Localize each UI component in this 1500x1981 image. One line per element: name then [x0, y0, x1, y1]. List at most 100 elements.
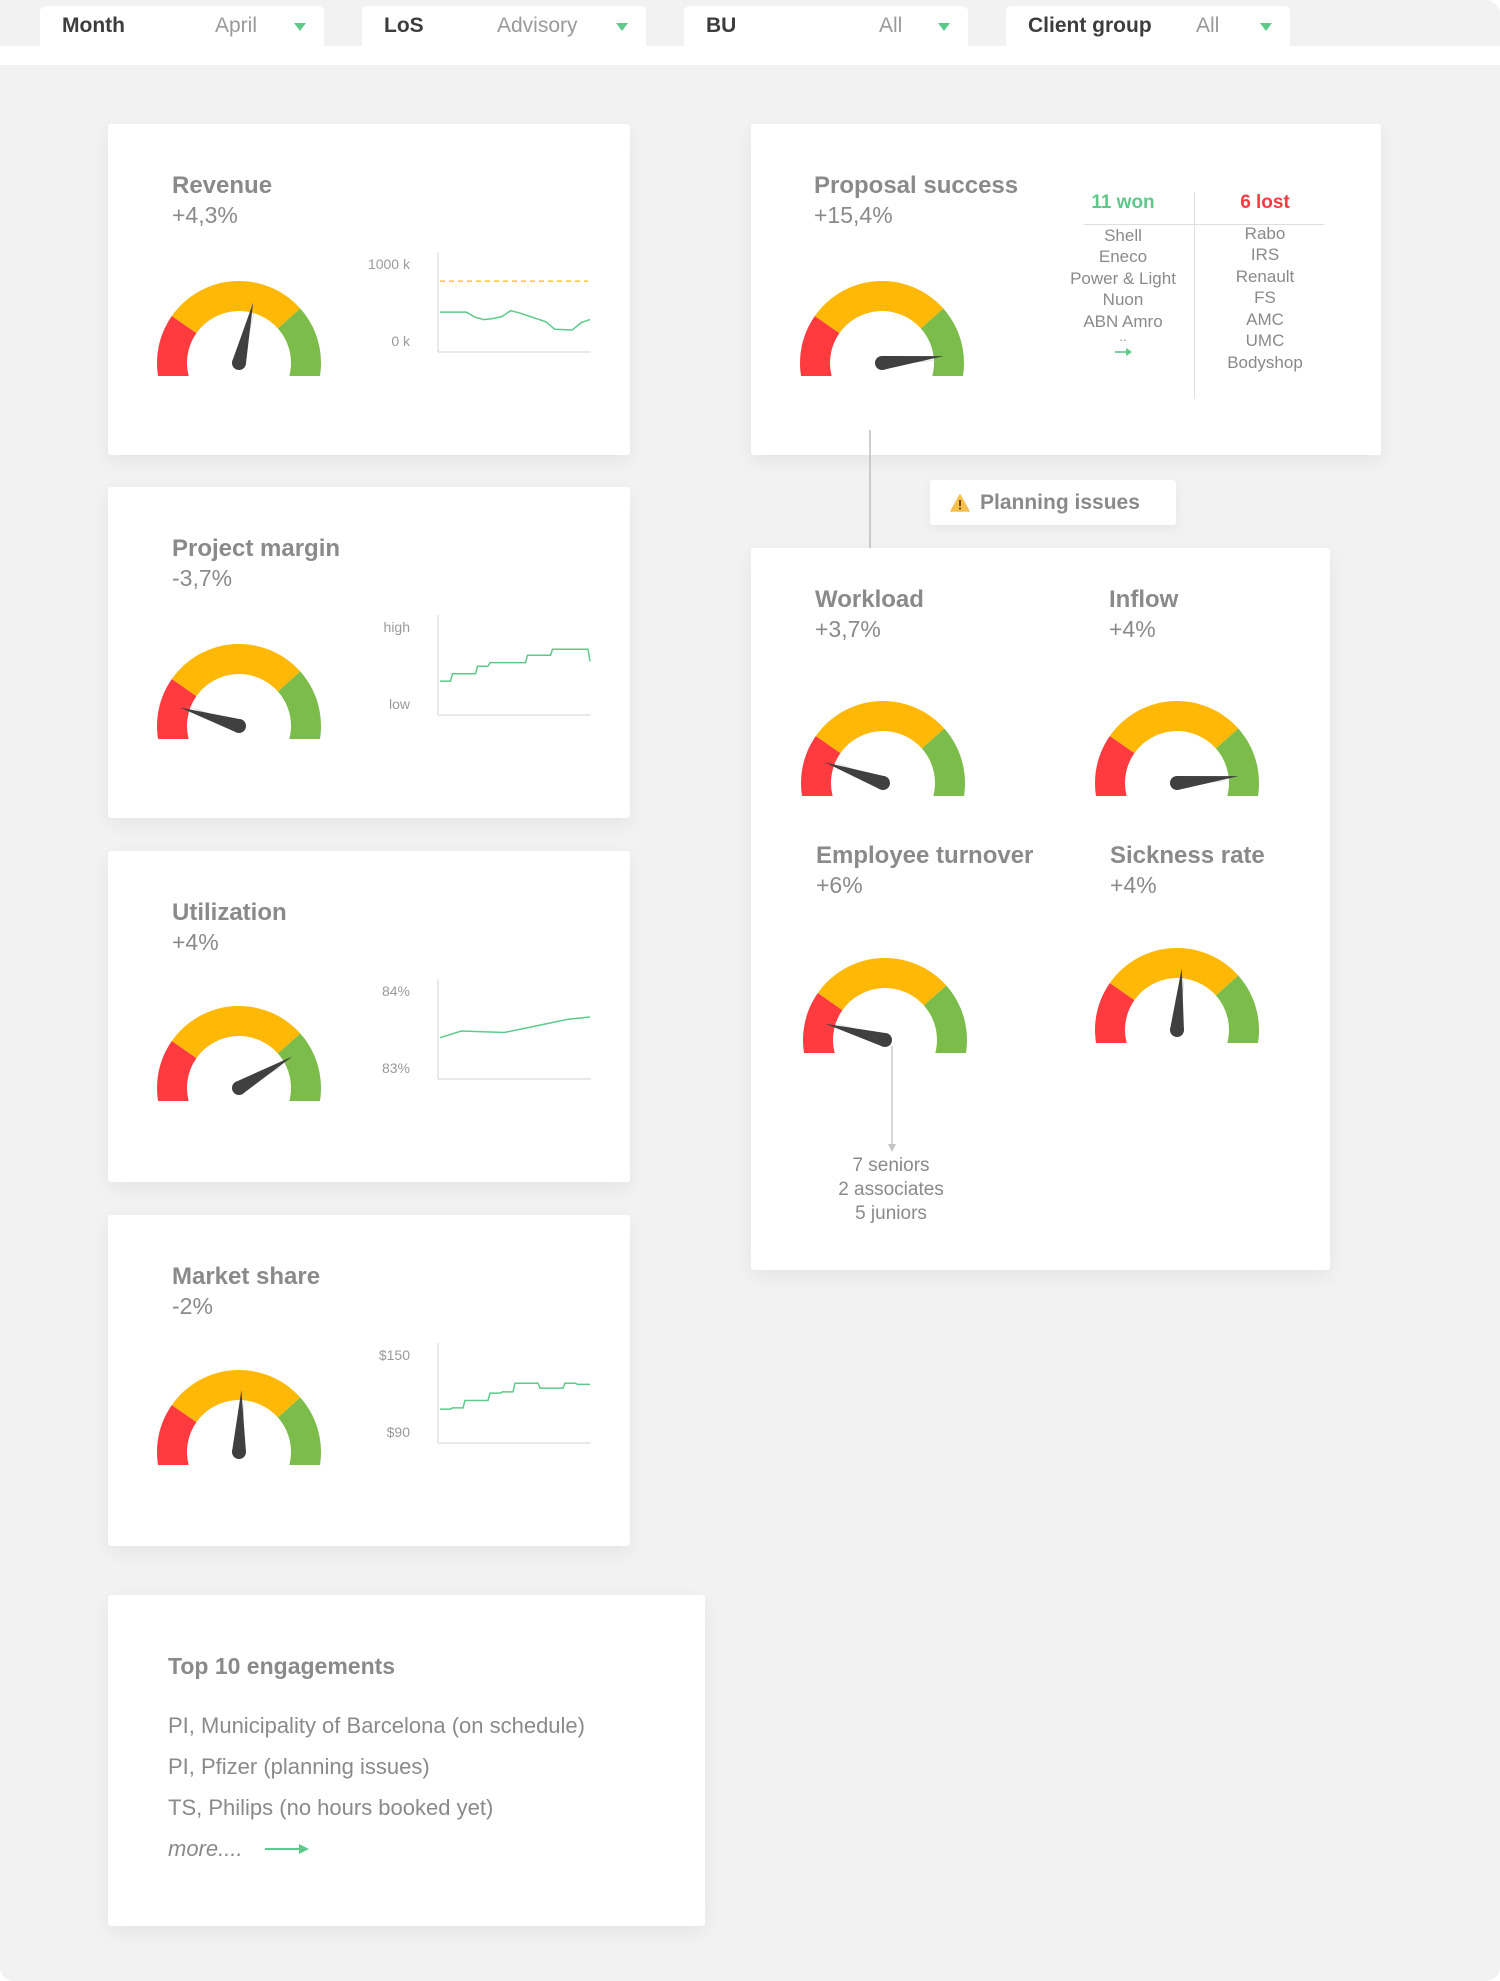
arrow-right-icon[interactable] [1113, 346, 1133, 358]
lost-item: IRS [1250, 245, 1280, 264]
lost-item: Renault [1235, 266, 1295, 286]
gauge-needle [824, 762, 886, 790]
card-title: Workload [815, 586, 924, 613]
proposal-success-gauge [799, 281, 964, 376]
revenue-gauge [156, 281, 321, 376]
card-title: Inflow [1109, 586, 1179, 613]
lost-column: 6 lost Rabo IRS Renault FS AMC UMC Bodys… [1203, 192, 1327, 373]
utilization-gauge [156, 1006, 321, 1101]
breakdown-item: 2 associates [838, 1179, 944, 1200]
arrow-right-icon[interactable] [264, 1842, 311, 1856]
gauge-needle-hub [232, 1445, 246, 1459]
market-share-card[interactable]: Market share -2% $150 $90 [108, 1215, 630, 1546]
won-item: Eneco [1098, 247, 1148, 266]
engagement-item[interactable]: PI, Pfizer (planning issues) [168, 1746, 585, 1787]
filter-value: All [879, 14, 903, 37]
card-delta: -2% [172, 1293, 213, 1319]
filter-label: Client group [1028, 14, 1152, 37]
sickness-rate-gauge [1094, 948, 1259, 1043]
gauge-needle-hub [232, 719, 246, 733]
utilization-card[interactable]: Utilization +4% 84% 83% [108, 851, 630, 1182]
gauge-amber-zone [171, 1370, 301, 1423]
more-link[interactable]: more.... [168, 1828, 585, 1869]
card-title: Proposal success [814, 172, 1019, 199]
planning-issues-badge[interactable]: Planning issues [930, 480, 1176, 525]
chevron-down-icon[interactable] [294, 23, 306, 31]
card-title: Market share [172, 1263, 321, 1290]
gauge-amber-zone [171, 281, 301, 334]
gauge-amber-zone [1109, 948, 1239, 1001]
filter-label: Month [62, 14, 125, 37]
gauge-amber-zone [171, 644, 301, 697]
gauge-needle-hub [232, 1081, 246, 1095]
filter-label: BU [706, 14, 737, 37]
won-ellipsis: .. [1119, 329, 1127, 344]
chevron-down-icon[interactable] [1260, 23, 1272, 31]
series-line [440, 648, 591, 682]
filter-value: All [1196, 14, 1220, 37]
breakdown-item: 5 juniors [855, 1203, 927, 1224]
filter-bar: Month April LoS Advisory BU All Client g… [0, 0, 1500, 46]
warning-icon [950, 493, 970, 512]
card-delta: +15,4% [814, 202, 893, 228]
won-item: Nuon [1102, 290, 1144, 309]
won-header: 11 won [1091, 192, 1155, 213]
gauge-amber-zone [171, 1006, 301, 1059]
chevron-down-icon[interactable] [938, 23, 950, 31]
inflow-gauge [1094, 701, 1259, 796]
won-item: Shell [1104, 225, 1142, 245]
won-lost-divider-v [1194, 192, 1195, 399]
won-more-link[interactable] [1061, 342, 1185, 364]
lost-item: Bodyshop [1227, 352, 1303, 372]
series-line [439, 1016, 591, 1039]
filter-value: Advisory [497, 14, 578, 37]
header-divider [0, 46, 1500, 65]
badge-label: Planning issues [980, 490, 1140, 514]
chevron-down-icon[interactable] [616, 23, 628, 31]
gauge-needle-hub [875, 356, 889, 370]
engagement-item[interactable]: PI, Municipality of Barcelona (on schedu… [168, 1705, 585, 1746]
y-tick-bottom: $90 [386, 1424, 410, 1440]
people-card: Workload +3,7% Inflow +4% Employee turno… [751, 548, 1330, 1270]
gauge-needle-hub [232, 356, 246, 370]
lost-header: 6 lost [1240, 192, 1290, 213]
workload-gauge [800, 701, 965, 796]
bu-filter[interactable]: BU All [684, 6, 968, 46]
more-label[interactable]: more.... [168, 1828, 243, 1869]
employee-turnover-gauge [802, 958, 967, 1053]
filter-value: April [215, 14, 258, 37]
month-filter[interactable]: Month April [40, 6, 324, 46]
project-margin-card[interactable]: Project margin -3,7% high low [108, 487, 630, 818]
lost-item: FS [1254, 288, 1276, 307]
y-tick-top: high [383, 619, 410, 635]
gauge-needle [179, 707, 242, 733]
lost-item: Rabo [1244, 223, 1286, 243]
gauge-needle-hub [876, 776, 890, 790]
turnover-breakdown-arrow [888, 1046, 896, 1152]
revenue-card[interactable]: Revenue +4,3% 1000 k 0 k [108, 124, 630, 455]
engagement-item[interactable]: TS, Philips (no hours booked yet) [168, 1787, 585, 1828]
card-title: Employee turnover [816, 842, 1034, 869]
y-tick-bottom: low [388, 696, 410, 712]
utilization-sparkline [437, 979, 591, 1080]
y-tick-bottom: 83% [381, 1060, 410, 1076]
gauge-needle [232, 302, 254, 365]
gauge-needle [825, 1023, 887, 1047]
card-delta: -3,7% [172, 565, 233, 591]
card-title: Top 10 engagements [168, 1653, 396, 1679]
los-filter[interactable]: LoS Advisory [362, 6, 646, 46]
won-item: Power & Light [1070, 268, 1176, 288]
y-tick-top: $150 [378, 1347, 410, 1363]
card-delta: +6% [816, 872, 863, 898]
proposal-success-card[interactable]: Proposal success +15,4% 11 won Shell Ene… [751, 124, 1381, 455]
card-title: Utilization [172, 899, 287, 926]
gauge-amber-zone [1109, 701, 1239, 754]
card-title: Sickness rate [1110, 842, 1265, 869]
revenue-sparkline [437, 252, 591, 353]
project-margin-sparkline [437, 615, 591, 716]
breakdown-item: 7 seniors [852, 1155, 930, 1176]
client-group-filter[interactable]: Client group All [1006, 6, 1290, 46]
card-title: Revenue [172, 172, 273, 199]
series-line [440, 1382, 590, 1410]
gauge-needle-hub [1170, 776, 1184, 790]
